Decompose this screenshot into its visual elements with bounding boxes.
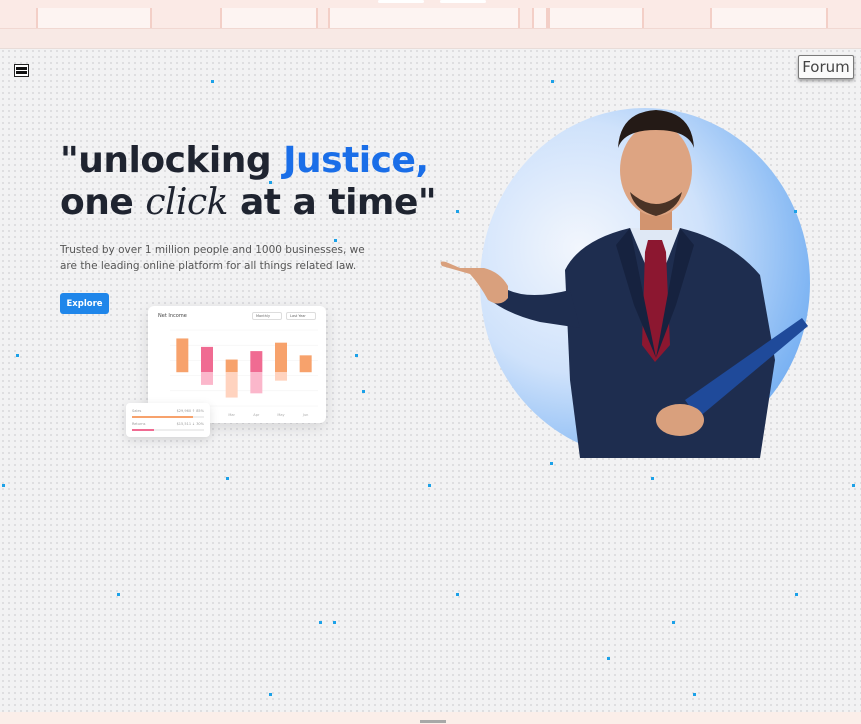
top-toolbar-strip xyxy=(0,0,861,29)
chart-bar-negative xyxy=(275,372,287,381)
headline-part3: at a time" xyxy=(227,182,437,223)
legend-progress-fill xyxy=(132,416,194,418)
chart-tick-label: Jun xyxy=(302,413,308,417)
chart-bar-negative xyxy=(201,372,213,385)
legend-value: $29,960 ↑ 85% xyxy=(176,409,204,413)
chart-bar xyxy=(225,359,238,373)
period-select[interactable]: Monthly xyxy=(252,312,282,320)
legend-row-sales: Sales $29,960 ↑ 85% xyxy=(132,409,204,418)
legend-label: Returns xyxy=(132,422,146,426)
legend-label: Sales xyxy=(132,409,142,413)
legend-progress-fill xyxy=(132,429,154,431)
explore-button[interactable]: Explore xyxy=(60,293,109,314)
toolbar-pill xyxy=(440,0,486,3)
hamburger-menu-icon[interactable] xyxy=(14,64,29,77)
legend-value: $15,511 ↓ 30% xyxy=(176,422,204,426)
range-select[interactable]: Last Year xyxy=(286,312,316,320)
hero-headline: "unlocking Justice, one click at a time" xyxy=(60,140,460,224)
chart-bar xyxy=(275,342,287,373)
hero-subtext: Trusted by over 1 million people and 100… xyxy=(60,244,365,272)
toolbar-pill xyxy=(378,0,424,3)
headline-accent: Justice, xyxy=(283,140,429,181)
chart-bar-negative xyxy=(225,372,238,398)
toolbar-cell xyxy=(328,8,520,28)
chart-tick-label: Mar xyxy=(228,413,235,417)
headline-italic: click xyxy=(145,182,228,223)
chart-tick-label: Apr xyxy=(253,413,260,417)
chart-legend-card: Sales $29,960 ↑ 85% Returns $15,511 ↓ 30… xyxy=(126,403,210,437)
chart-bar xyxy=(201,346,213,373)
toolbar-cell xyxy=(532,8,548,28)
chart-tick-label: May xyxy=(277,413,284,417)
scroll-handle[interactable] xyxy=(420,720,446,723)
lawyer-portrait-image xyxy=(440,110,808,458)
chart-bar xyxy=(250,351,263,373)
chart-bar xyxy=(176,338,189,373)
chart-title: Net Income xyxy=(158,313,187,319)
headline-part1: "unlocking xyxy=(60,140,284,181)
toolbar-cell xyxy=(220,8,318,28)
legend-row-returns: Returns $15,511 ↓ 30% xyxy=(132,422,204,431)
toolbar-cell xyxy=(548,8,644,28)
chart-bar-negative xyxy=(250,372,263,394)
chart-bar xyxy=(299,355,312,373)
headline-part2: one xyxy=(60,182,146,223)
toolbar-cell xyxy=(710,8,828,28)
toolbar-cell xyxy=(36,8,152,28)
sub-toolbar-strip xyxy=(0,29,861,49)
forum-button[interactable]: Forum xyxy=(798,55,854,79)
